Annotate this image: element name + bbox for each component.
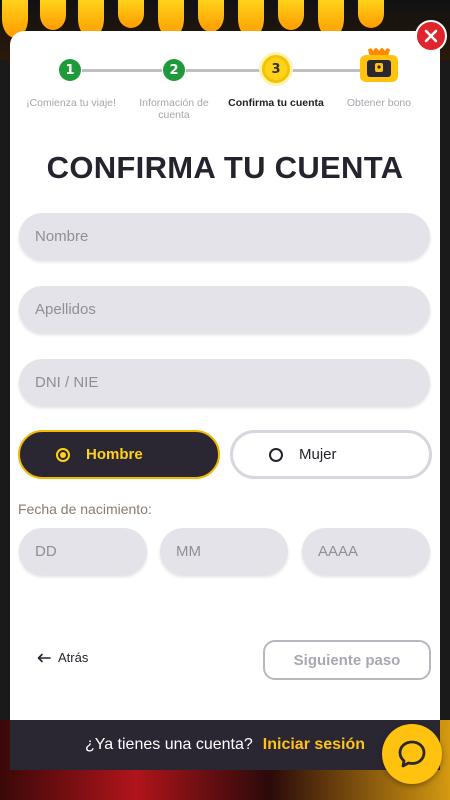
- treasure-chest-icon: [358, 46, 400, 84]
- flame-decoration: [278, 0, 304, 30]
- step-1-label: ¡Comienza tu viaje!: [26, 97, 116, 109]
- step-1-indicator: 1: [59, 59, 81, 81]
- gender-male-label: Hombre: [86, 446, 143, 463]
- arrow-left-icon: [37, 653, 51, 662]
- close-icon: [424, 29, 438, 43]
- step-4-label: Obtener bono: [346, 97, 412, 109]
- last-name-input[interactable]: Apellidos: [19, 286, 430, 333]
- step-connector: [82, 69, 162, 72]
- step-3-label: Confirma tu cuenta: [228, 97, 324, 109]
- flame-decoration: [40, 0, 66, 30]
- step-number: 2: [169, 62, 179, 78]
- next-step-button[interactable]: Siguiente paso: [263, 640, 431, 680]
- birth-year-input[interactable]: AAAA: [302, 528, 430, 575]
- step-3-indicator: 3: [262, 55, 290, 83]
- step-number: 1: [65, 62, 75, 78]
- step-connector: [186, 69, 262, 72]
- first-name-placeholder: Nombre: [35, 228, 89, 245]
- first-name-input[interactable]: Nombre: [19, 213, 430, 260]
- birth-date-label: Fecha de nacimiento:: [18, 501, 152, 517]
- birth-month-input[interactable]: MM: [160, 528, 288, 575]
- step-number: 3: [271, 61, 281, 77]
- have-account-text: ¿Ya tienes una cuenta?: [84, 736, 253, 753]
- id-document-input[interactable]: DNI / NIE: [19, 359, 430, 406]
- last-name-placeholder: Apellidos: [35, 301, 96, 318]
- step-2-indicator: 2: [163, 59, 185, 81]
- birth-day-input[interactable]: DD: [19, 528, 147, 575]
- flame-decoration: [358, 0, 384, 28]
- close-button[interactable]: [415, 20, 447, 52]
- id-document-placeholder: DNI / NIE: [35, 374, 99, 391]
- gender-option-female[interactable]: Mujer: [230, 430, 432, 479]
- step-connector: [290, 69, 360, 72]
- chat-button[interactable]: [382, 724, 442, 784]
- birth-day-placeholder: DD: [35, 543, 57, 560]
- step-2-label: Información de cuenta: [139, 97, 209, 121]
- chat-icon: [398, 740, 426, 768]
- page-title: CONFIRMA TU CUENTA: [46, 150, 404, 185]
- login-footer: ¿Ya tienes una cuenta? Iniciar sesión: [10, 720, 440, 770]
- back-label: Atrás: [58, 650, 89, 665]
- birth-month-placeholder: MM: [176, 543, 201, 560]
- radio-unselected-icon: [269, 447, 283, 462]
- birth-year-placeholder: AAAA: [318, 543, 359, 560]
- gender-option-male[interactable]: Hombre: [18, 430, 220, 479]
- next-step-label: Siguiente paso: [293, 651, 401, 669]
- back-button[interactable]: Atrás: [37, 650, 88, 665]
- flame-decoration: [118, 0, 144, 28]
- login-link[interactable]: Iniciar sesión: [263, 736, 365, 754]
- gender-female-label: Mujer: [299, 446, 337, 463]
- radio-selected-icon: [56, 447, 70, 462]
- flame-decoration: [198, 0, 224, 32]
